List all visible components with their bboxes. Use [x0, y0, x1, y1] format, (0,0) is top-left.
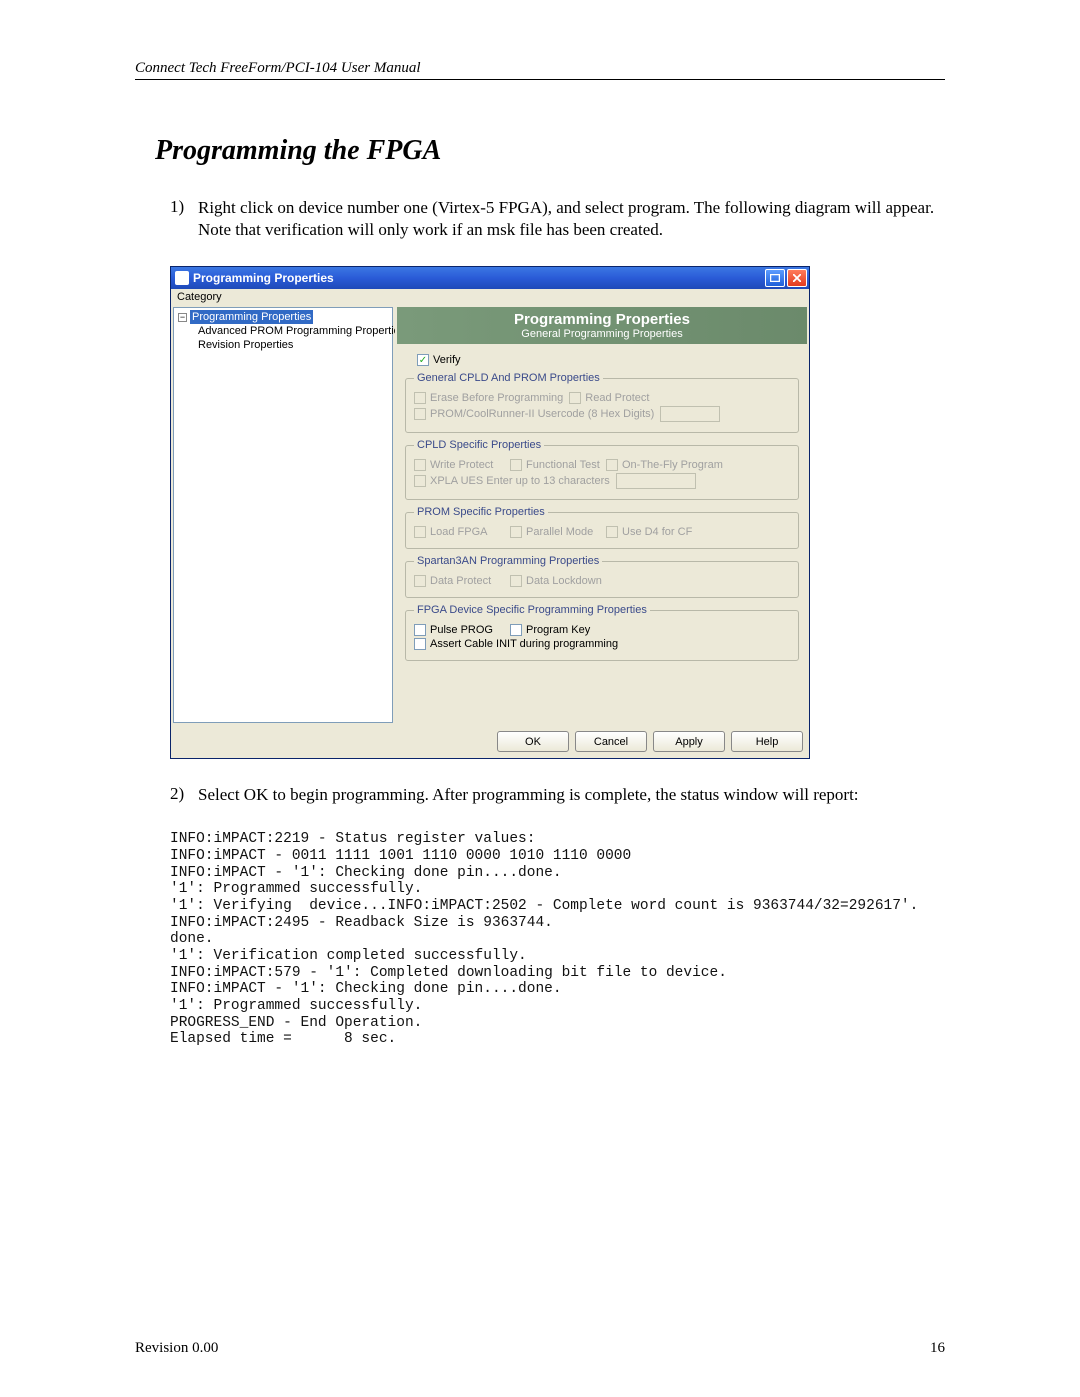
help-button[interactable]: Help [731, 731, 803, 752]
readprotect-checkbox [569, 392, 581, 404]
manual-header: Connect Tech FreeForm/PCI-104 User Manua… [135, 60, 945, 80]
panel-subtitle: General Programming Properties [521, 328, 682, 340]
group-general-legend: General CPLD And PROM Properties [414, 372, 603, 384]
usercode-input [660, 406, 720, 422]
group-cpld-legend: CPLD Specific Properties [414, 439, 544, 451]
section-title: Programming the FPGA [155, 135, 945, 167]
loadfpga-label: Load FPGA [430, 526, 487, 538]
used4-checkbox [606, 526, 618, 538]
category-tree[interactable]: −Programming Properties Advanced PROM Pr… [173, 307, 393, 723]
close-button[interactable] [787, 269, 807, 287]
loadfpga-checkbox [414, 526, 426, 538]
writeprotect-checkbox [414, 459, 426, 471]
erase-label: Erase Before Programming [430, 392, 563, 404]
programkey-label: Program Key [526, 624, 590, 636]
verify-label: Verify [433, 354, 461, 366]
dialog-button-row: OK Cancel Apply Help [171, 725, 809, 758]
datalockdown-checkbox [510, 575, 522, 587]
group-general-cpld-prom: General CPLD And PROM Properties Erase B… [405, 372, 799, 433]
group-fpga-specific: FPGA Device Specific Programming Propert… [405, 604, 799, 661]
step-1-text: Right click on device number one (Virtex… [198, 197, 945, 241]
step-1-number: 1) [170, 197, 198, 241]
programming-properties-dialog: Programming Properties Category −Program… [170, 266, 810, 759]
onthefly-checkbox [606, 459, 618, 471]
category-label: Category [171, 289, 809, 305]
step-2-number: 2) [170, 784, 198, 806]
tree-item-advanced-prom[interactable]: Advanced PROM Programming Properties [196, 324, 390, 338]
footer-revision: Revision 0.00 [135, 1340, 218, 1356]
assertinit-checkbox[interactable] [414, 638, 426, 650]
group-prom-specific: PROM Specific Properties Load FPGA Paral… [405, 506, 799, 549]
usercode-checkbox [414, 408, 426, 420]
dialog-titlebar[interactable]: Programming Properties [171, 267, 809, 289]
tree-collapse-icon[interactable]: − [178, 313, 187, 322]
step-2: 2) Select OK to begin programming. After… [170, 784, 945, 806]
xplaues-label: XPLA UES Enter up to 13 characters [430, 475, 610, 487]
pulseprog-label: Pulse PROG [430, 624, 493, 636]
panel-header: Programming Properties General Programmi… [397, 307, 807, 344]
tree-root-item[interactable]: −Programming Properties [176, 310, 390, 324]
footer-page-number: 16 [930, 1340, 945, 1357]
dialog-title: Programming Properties [193, 271, 765, 285]
dataprotect-checkbox [414, 575, 426, 587]
xplaues-input [616, 473, 696, 489]
maximize-button[interactable] [765, 269, 785, 287]
used4-label: Use D4 for CF [622, 526, 692, 538]
page-footer: Revision 0.00 16 [135, 1340, 945, 1357]
step-1: 1) Right click on device number one (Vir… [170, 197, 945, 241]
erase-checkbox [414, 392, 426, 404]
assertinit-label: Assert Cable INIT during programming [430, 638, 618, 650]
tree-item-programming-properties[interactable]: Programming Properties [190, 310, 313, 324]
apply-button[interactable]: Apply [653, 731, 725, 752]
xplaues-checkbox [414, 475, 426, 487]
group-fpga-legend: FPGA Device Specific Programming Propert… [414, 604, 650, 616]
readprotect-label: Read Protect [585, 392, 649, 404]
verify-checkbox[interactable]: ✓ [417, 354, 429, 366]
group-spartan3an: Spartan3AN Programming Properties Data P… [405, 555, 799, 598]
cancel-button[interactable]: Cancel [575, 731, 647, 752]
group-cpld-specific: CPLD Specific Properties Write Protect F… [405, 439, 799, 500]
step-2-text: Select OK to begin programming. After pr… [198, 784, 945, 806]
pulseprog-checkbox[interactable] [414, 624, 426, 636]
status-log-output: INFO:iMPACT:2219 - Status register value… [170, 831, 945, 1048]
properties-panel: Programming Properties General Programmi… [395, 305, 809, 725]
datalockdown-label: Data Lockdown [526, 575, 602, 587]
dataprotect-label: Data Protect [430, 575, 491, 587]
tree-item-revision[interactable]: Revision Properties [196, 338, 390, 352]
ok-button[interactable]: OK [497, 731, 569, 752]
functionaltest-checkbox [510, 459, 522, 471]
app-icon [175, 271, 189, 285]
parallelmode-label: Parallel Mode [526, 526, 593, 538]
panel-title: Programming Properties [401, 311, 803, 328]
parallelmode-checkbox [510, 526, 522, 538]
usercode-label: PROM/CoolRunner-II Usercode (8 Hex Digit… [430, 408, 654, 420]
writeprotect-label: Write Protect [430, 459, 493, 471]
programkey-checkbox[interactable] [510, 624, 522, 636]
onthefly-label: On-The-Fly Program [622, 459, 723, 471]
group-spartan3an-legend: Spartan3AN Programming Properties [414, 555, 602, 567]
functionaltest-label: Functional Test [526, 459, 600, 471]
group-prom-legend: PROM Specific Properties [414, 506, 548, 518]
